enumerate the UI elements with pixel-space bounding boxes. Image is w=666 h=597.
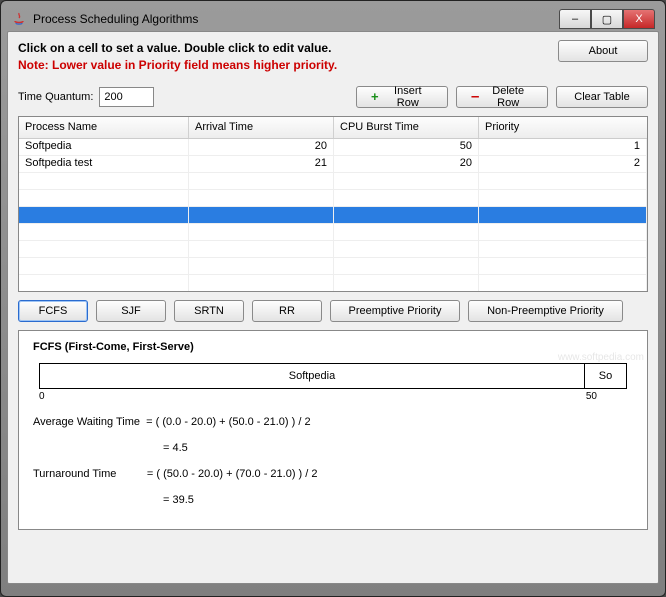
- table-cell[interactable]: [19, 207, 189, 223]
- table-cell[interactable]: 1: [479, 139, 647, 155]
- table-cell[interactable]: [334, 241, 479, 257]
- table-cell[interactable]: [19, 241, 189, 257]
- delete-row-label: Delete Row: [483, 85, 533, 109]
- table-row[interactable]: [19, 241, 647, 258]
- table-cell[interactable]: [334, 190, 479, 206]
- instruction-line-2: Note: Lower value in Priority field mean…: [18, 57, 548, 74]
- table-cell[interactable]: 50: [334, 139, 479, 155]
- table-cell[interactable]: [334, 275, 479, 291]
- srtn-button[interactable]: SRTN: [174, 300, 244, 322]
- close-button[interactable]: X: [623, 9, 655, 29]
- table-cell[interactable]: 20: [334, 156, 479, 172]
- table-cell[interactable]: [479, 224, 647, 240]
- turnaround-expr: = ( (50.0 - 20.0) + (70.0 - 21.0) ) / 2: [147, 468, 318, 480]
- time-quantum-label: Time Quantum:: [18, 91, 93, 103]
- window-title: Process Scheduling Algorithms: [33, 12, 198, 26]
- table-row[interactable]: Softpedia test21202: [19, 156, 647, 173]
- table-cell[interactable]: [189, 275, 334, 291]
- insert-row-label: Insert Row: [383, 85, 433, 109]
- time-quantum-input[interactable]: [99, 87, 154, 107]
- about-button[interactable]: About: [558, 40, 648, 62]
- table-row[interactable]: [19, 258, 647, 275]
- table-cell[interactable]: [19, 173, 189, 189]
- table-cell[interactable]: [479, 241, 647, 257]
- table-cell[interactable]: [189, 241, 334, 257]
- table-cell[interactable]: [479, 275, 647, 291]
- table-row[interactable]: [19, 173, 647, 190]
- turnaround-label: Turnaround Time: [33, 468, 116, 480]
- minus-icon: –: [471, 89, 479, 104]
- insert-row-button[interactable]: + Insert Row: [356, 86, 448, 108]
- table-row[interactable]: [19, 224, 647, 241]
- instructions: Click on a cell to set a value. Double c…: [18, 40, 548, 74]
- plus-icon: +: [371, 90, 379, 103]
- table-cell[interactable]: [19, 224, 189, 240]
- table-row[interactable]: Softpedia20501: [19, 139, 647, 156]
- col-cpu-burst-time[interactable]: CPU Burst Time: [334, 117, 479, 138]
- gantt-tick-50: 50: [586, 391, 597, 402]
- preemptive-priority-button[interactable]: Preemptive Priority: [330, 300, 460, 322]
- col-process-name[interactable]: Process Name: [19, 117, 189, 138]
- table-cell[interactable]: Softpedia: [19, 139, 189, 155]
- table-cell[interactable]: [189, 190, 334, 206]
- avg-wait-expr: = ( (0.0 - 20.0) + (50.0 - 21.0) ) / 2: [146, 416, 310, 428]
- delete-row-button[interactable]: –Delete Row: [456, 86, 548, 108]
- titlebar[interactable]: Process Scheduling Algorithms – ▢ X: [7, 7, 659, 31]
- col-priority[interactable]: Priority: [479, 117, 647, 138]
- table-cell[interactable]: 21: [189, 156, 334, 172]
- table-cell[interactable]: [19, 258, 189, 274]
- table-cell[interactable]: [189, 224, 334, 240]
- table-cell[interactable]: [479, 190, 647, 206]
- table-cell[interactable]: [479, 173, 647, 189]
- rr-button[interactable]: RR: [252, 300, 322, 322]
- result-panel: FCFS (First-Come, First-Serve) Softpedia…: [18, 330, 648, 530]
- table-cell[interactable]: [334, 224, 479, 240]
- gantt-chart: SoftpediaSo: [39, 363, 627, 389]
- clear-table-button[interactable]: Clear Table: [556, 86, 648, 108]
- table-cell[interactable]: [189, 258, 334, 274]
- table-cell[interactable]: [479, 207, 647, 223]
- table-cell[interactable]: Softpedia test: [19, 156, 189, 172]
- table-cell[interactable]: [334, 258, 479, 274]
- table-cell[interactable]: [189, 173, 334, 189]
- maximize-button[interactable]: ▢: [591, 9, 623, 29]
- turnaround-line1: Turnaround Time = ( (50.0 - 20.0) + (70.…: [33, 468, 633, 480]
- java-icon: [11, 11, 27, 27]
- avg-wait-line1: Average Waiting Time = ( (0.0 - 20.0) + …: [33, 416, 633, 428]
- table-cell[interactable]: [334, 207, 479, 223]
- process-table[interactable]: Process Name Arrival Time CPU Burst Time…: [18, 116, 648, 292]
- table-cell[interactable]: 2: [479, 156, 647, 172]
- fcfs-button[interactable]: FCFS: [18, 300, 88, 322]
- minimize-button[interactable]: –: [559, 9, 591, 29]
- table-cell[interactable]: [19, 275, 189, 291]
- non-preemptive-priority-button[interactable]: Non-Preemptive Priority: [468, 300, 623, 322]
- avg-wait-label: Average Waiting Time: [33, 416, 140, 428]
- gantt-segment: So: [585, 364, 626, 388]
- instruction-line-1: Click on a cell to set a value. Double c…: [18, 40, 548, 57]
- col-arrival-time[interactable]: Arrival Time: [189, 117, 334, 138]
- table-row[interactable]: [19, 207, 647, 224]
- turnaround-line2: = 39.5: [33, 494, 633, 506]
- table-cell[interactable]: 20: [189, 139, 334, 155]
- gantt-tick-0: 0: [39, 391, 45, 402]
- table-cell[interactable]: [479, 258, 647, 274]
- sjf-button[interactable]: SJF: [96, 300, 166, 322]
- table-row[interactable]: [19, 190, 647, 207]
- table-cell[interactable]: [19, 190, 189, 206]
- table-row[interactable]: [19, 275, 647, 292]
- table-cell[interactable]: [334, 173, 479, 189]
- table-cell[interactable]: [189, 207, 334, 223]
- avg-wait-line2: = 4.5: [33, 442, 633, 454]
- gantt-segment: Softpedia: [40, 364, 585, 388]
- result-title: FCFS (First-Come, First-Serve): [33, 341, 633, 353]
